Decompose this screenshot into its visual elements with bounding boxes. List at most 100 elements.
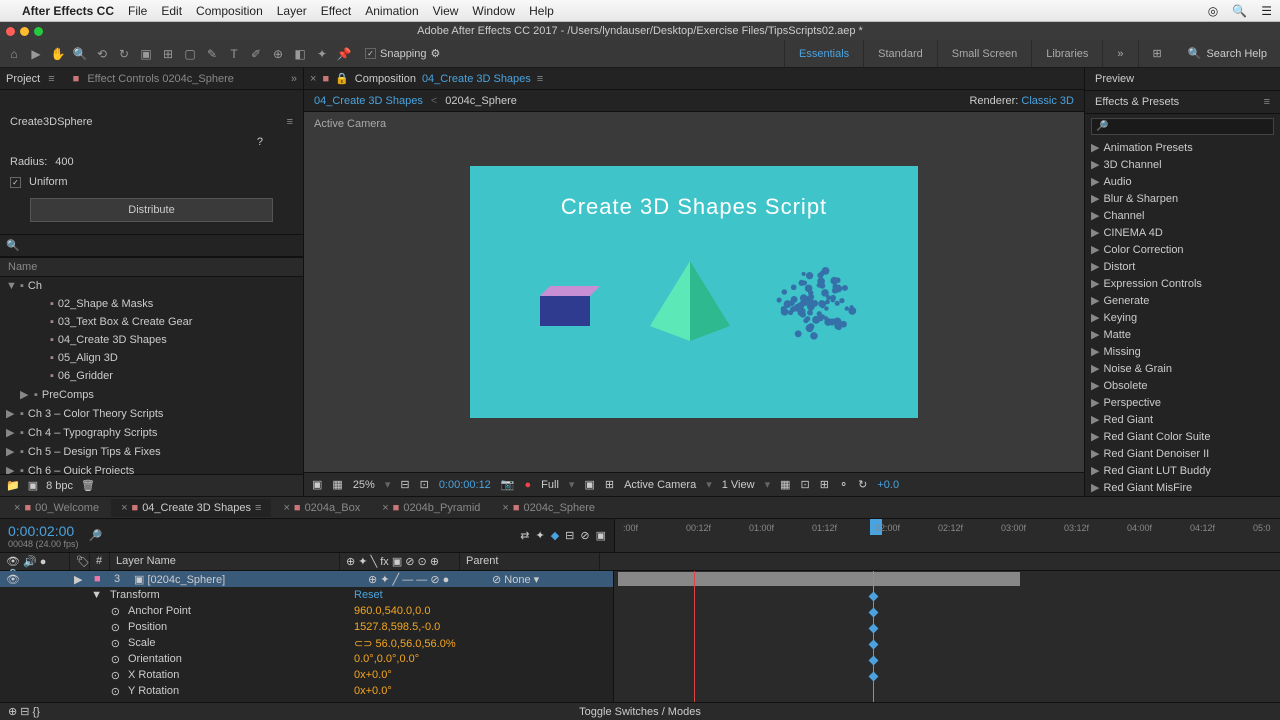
lock-icon[interactable]: 🔒 [335, 72, 349, 85]
transform-property-row[interactable]: ▼TransformReset [0, 587, 613, 603]
hand-tool[interactable]: ✋ [49, 45, 67, 63]
workspace-small-screen[interactable]: Small Screen [937, 40, 1031, 67]
tree-item[interactable]: ▶▪Ch 4 – Typography Scripts [0, 423, 303, 442]
timeline-timecode[interactable]: 0:00:02:00 [8, 523, 79, 539]
transform-property-row[interactable]: ⊙Position1527.8,598.5,-0.0 [0, 619, 613, 635]
effects-category[interactable]: ▶Perspective [1085, 394, 1280, 411]
resolution-dropdown[interactable]: Full [541, 479, 559, 491]
tab-effect-controls[interactable]: Effect Controls 0204c_Sphere [87, 73, 234, 85]
rect-tool[interactable]: ▢ [181, 45, 199, 63]
project-tree[interactable]: ▼▪Ch▪02_Shape & Masks▪03_Text Box & Crea… [0, 277, 303, 474]
tree-item[interactable]: ▶▪PreComps [0, 385, 303, 404]
clone-tool[interactable]: ⊕ [269, 45, 287, 63]
transform-property-row[interactable]: ⊙Orientation0.0°,0.0°,0.0° [0, 651, 613, 667]
pan-behind-tool[interactable]: ⊞ [159, 45, 177, 63]
search-help-input[interactable]: Search Help [1206, 48, 1267, 60]
list-icon[interactable]: ☰ [1261, 4, 1272, 18]
effects-category[interactable]: ▶Blur & Sharpen [1085, 190, 1280, 207]
keyframe[interactable] [869, 656, 879, 666]
comp-tab-menu-icon[interactable]: ≡ [537, 73, 543, 85]
layer-bar[interactable] [618, 572, 1020, 586]
composition-viewer[interactable]: Active Camera Create 3D Shapes Script [304, 112, 1084, 472]
tab-overflow-icon[interactable]: » [291, 73, 297, 85]
effects-category[interactable]: ▶Audio [1085, 173, 1280, 190]
roto-tool[interactable]: ✦ [313, 45, 331, 63]
vf-icon10[interactable]: ⚬ [839, 478, 848, 491]
workspace-grid-icon[interactable]: ⊞ [1138, 40, 1176, 67]
workspace-more-icon[interactable]: » [1102, 40, 1137, 67]
timeline-tab[interactable]: × ■ 0204a_Box [273, 499, 370, 517]
new-comp-icon[interactable]: ▣ [28, 479, 38, 492]
tl-icon4[interactable]: ⊟ [565, 529, 574, 542]
effects-category[interactable]: ▶Generate [1085, 292, 1280, 309]
vf-icon2[interactable]: ▦ [332, 478, 342, 491]
keyframe[interactable] [869, 608, 879, 618]
keyframe[interactable] [869, 672, 879, 682]
effects-category[interactable]: ▶Matte [1085, 326, 1280, 343]
vf-icon5[interactable]: ▣ [584, 478, 594, 491]
vf-icon7[interactable]: ▦ [780, 478, 790, 491]
camera-dropdown[interactable]: Active Camera [624, 479, 696, 491]
effects-category[interactable]: ▶Noise & Grain [1085, 360, 1280, 377]
zoom-dropdown[interactable]: 25% [353, 479, 375, 491]
tl-icon3[interactable]: ◆ [551, 529, 559, 542]
tree-item[interactable]: ▪06_Gridder [0, 367, 303, 385]
menu-composition[interactable]: Composition [196, 4, 263, 18]
tree-item[interactable]: ▪03_Text Box & Create Gear [0, 313, 303, 331]
help-icon[interactable]: ? [257, 136, 263, 148]
timeline-tab[interactable]: × ■ 04_Create 3D Shapes ≡ [111, 499, 271, 517]
uniform-checkbox[interactable]: ✓ [10, 177, 21, 188]
menu-effect[interactable]: Effect [321, 4, 351, 18]
effects-category[interactable]: ▶Red Giant [1085, 411, 1280, 428]
tl-footer-icons[interactable]: ⊕ ⊟ {} [8, 705, 40, 718]
effects-presets-header[interactable]: Effects & Presets [1095, 96, 1179, 108]
selection-tool[interactable]: ▶ [27, 45, 45, 63]
views-dropdown[interactable]: 1 View [722, 479, 755, 491]
menu-window[interactable]: Window [472, 4, 515, 18]
effects-category[interactable]: ▶CINEMA 4D [1085, 224, 1280, 241]
app-name[interactable]: After Effects CC [22, 4, 114, 18]
trash-icon[interactable]: 🗑 [81, 479, 95, 492]
effects-category[interactable]: ▶Keying [1085, 309, 1280, 326]
viewer-timecode[interactable]: 0:00:00:12 [439, 479, 491, 491]
comp-tab-name[interactable]: 04_Create 3D Shapes [422, 73, 531, 85]
project-name-header[interactable]: Name [0, 257, 303, 277]
pen-tool[interactable]: ✎ [203, 45, 221, 63]
comp-tab-close-icon[interactable]: × [310, 73, 316, 85]
workspace-standard[interactable]: Standard [863, 40, 937, 67]
preview-panel-header[interactable]: Preview [1085, 68, 1280, 91]
tl-icon1[interactable]: ⇄ [520, 529, 529, 542]
text-tool[interactable]: T [225, 45, 243, 63]
menu-animation[interactable]: Animation [365, 4, 418, 18]
tree-item[interactable]: ▼▪Ch [0, 277, 303, 295]
tl-icon5[interactable]: ⊘ [580, 529, 589, 542]
bpc-button[interactable]: 8 bpc [46, 480, 73, 492]
tree-item[interactable]: ▪04_Create 3D Shapes [0, 331, 303, 349]
tab-project[interactable]: Project [6, 73, 40, 85]
channel-icon[interactable]: ● [525, 479, 532, 491]
timeline-tracks[interactable] [614, 571, 1280, 702]
layer-row[interactable]: 👁▶■3▣ [0204c_Sphere]⊕ ✦ ╱ — — ⊘ ●⊘ None … [0, 571, 613, 587]
workspace-libraries[interactable]: Libraries [1031, 40, 1102, 67]
tree-item[interactable]: ▶▪Ch 3 – Color Theory Scripts [0, 404, 303, 423]
effects-category[interactable]: ▶Red Giant LUT Buddy [1085, 462, 1280, 479]
tree-item[interactable]: ▶▪Ch 5 – Design Tips & Fixes [0, 442, 303, 461]
effects-category[interactable]: ▶Obsolete [1085, 377, 1280, 394]
vf-icon4[interactable]: ⊡ [420, 478, 429, 491]
vf-icon11[interactable]: ↻ [858, 478, 867, 491]
vf-icon3[interactable]: ⊟ [400, 478, 409, 491]
cc-icon[interactable]: ◎ [1208, 4, 1218, 18]
search-icon[interactable]: 🔍 [1232, 4, 1247, 18]
rotate-tool[interactable]: ↻ [115, 45, 133, 63]
exposure-value[interactable]: +0.0 [877, 479, 899, 491]
effects-category[interactable]: ▶Expression Controls [1085, 275, 1280, 292]
effects-category[interactable]: ▶Red Giant Color Suite [1085, 428, 1280, 445]
breadcrumb-root[interactable]: 04_Create 3D Shapes [314, 95, 423, 107]
zoom-tool[interactable]: 🔍 [71, 45, 89, 63]
keyframe[interactable] [869, 624, 879, 634]
vf-icon6[interactable]: ⊞ [605, 478, 614, 491]
minimize-icon[interactable] [20, 27, 29, 36]
snapping-opt-icon[interactable]: ⚙ [431, 47, 441, 60]
menu-view[interactable]: View [433, 4, 459, 18]
timeline-layers[interactable]: 👁▶■3▣ [0204c_Sphere]⊕ ✦ ╱ — — ⊘ ●⊘ None … [0, 571, 614, 702]
